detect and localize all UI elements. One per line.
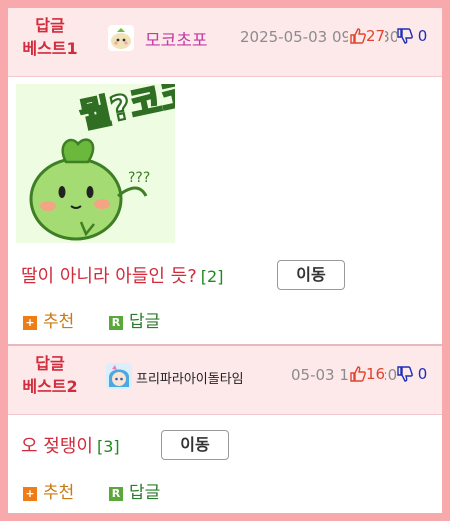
recommend-button[interactable]: + 추천 [23,307,74,332]
reply-label: 답글 [129,312,161,332]
recommend-label: 추천 [43,312,75,332]
reply-post-2: 답글 베스트2 프리파라아이돌타임 05-03 11:31:05 16 [8,346,442,513]
recommend-label: 추천 [43,483,75,503]
move-button[interactable]: 이동 [277,260,345,290]
post-title-row: 오 젖탱이 [3] [21,432,120,458]
upvote-number: 27 [366,27,386,45]
post-header: 답글 베스트2 프리파라아이돌타임 05-03 11:31:05 16 [8,346,442,415]
reply-r-icon: R [109,487,123,501]
upvote-number: 16 [366,365,386,383]
username[interactable]: 모코초포 [145,26,208,51]
move-button[interactable]: 이동 [161,430,229,460]
post-title[interactable]: 오 젖탱이 [21,436,93,457]
downvote-count[interactable]: 0 [397,365,428,383]
best-badge: 답글 베스트1 [14,14,86,60]
reply-r-icon: R [109,316,123,330]
reply-button[interactable]: R 답글 [109,478,160,503]
badge-line2: 베스트1 [22,39,78,58]
post-header: 답글 베스트1 모코초포 2025-05-03 09:52:30 27 0 [8,8,442,77]
reply-button[interactable]: R 답글 [109,307,160,332]
reply-label: 답글 [129,483,161,503]
reply-post-1: 답글 베스트1 모코초포 2025-05-03 09:52:30 27 0 뭘?… [8,8,442,344]
upvote-count[interactable]: 27 [348,27,386,45]
downvote-number: 0 [417,365,428,383]
username[interactable]: 프리파라아이돌타임 [136,368,244,387]
upvote-count[interactable]: 16 [348,365,386,383]
plus-icon: + [23,316,37,330]
downvote-number: 0 [417,27,428,45]
downvote-count[interactable]: 0 [397,27,428,45]
thumbs-down-icon [397,28,413,44]
thumbs-down-icon [397,366,413,382]
svg-text:???: ??? [128,170,150,186]
thumbs-up-icon [350,28,366,44]
best-badge: 답글 베스트2 [14,352,86,398]
post-title-row: 딸이 아니라 아들인 듯? [2] [21,262,223,288]
plus-icon: + [23,487,37,501]
thumbs-up-icon [350,366,366,382]
comment-count[interactable]: [3] [97,437,120,456]
green-mascot-avatar-icon[interactable] [108,25,134,51]
anime-character-avatar-icon[interactable] [106,363,132,389]
best-replies-panel: 답글 베스트1 모코초포 2025-05-03 09:52:30 27 0 뭘?… [8,8,442,513]
post-title[interactable]: 딸이 아니라 아들인 듯? [21,266,197,287]
badge-line1: 답글 [35,354,65,373]
recommend-button[interactable]: + 추천 [23,478,74,503]
post-image[interactable]: 뭘?코코 ??? [16,73,197,243]
badge-line2: 베스트2 [22,377,78,396]
badge-line1: 답글 [35,16,65,35]
comment-count[interactable]: [2] [201,267,224,286]
